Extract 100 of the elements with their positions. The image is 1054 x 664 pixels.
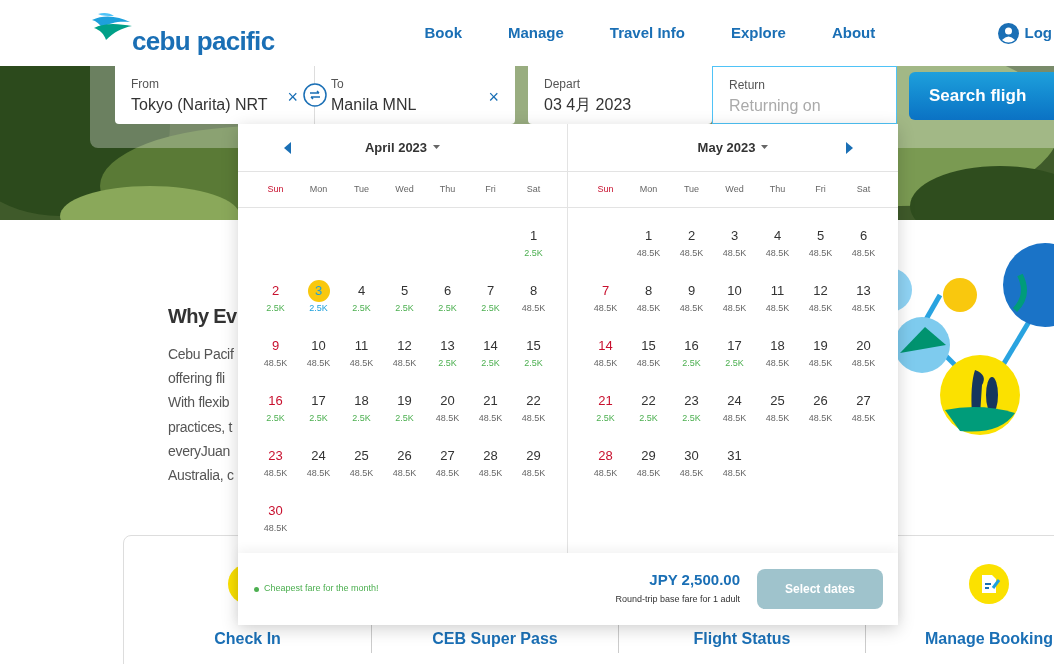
nav-link[interactable]: Manage <box>508 21 564 45</box>
day-number[interactable]: 18 <box>766 334 789 357</box>
weekday-label: Sat <box>855 182 872 196</box>
day-number[interactable]: 18 <box>350 389 373 412</box>
day-number[interactable]: 12 <box>393 334 416 357</box>
weekday-label: Sat <box>525 182 542 196</box>
day-number[interactable]: 22 <box>522 389 545 412</box>
day-number[interactable]: 29 <box>522 444 545 467</box>
day-fare: 48.5K <box>478 468 503 478</box>
day-number[interactable]: 13 <box>436 334 459 357</box>
day-number[interactable]: 11 <box>766 279 789 302</box>
day-number[interactable]: 25 <box>766 389 789 412</box>
day-number[interactable]: 22 <box>637 389 660 412</box>
day-number[interactable]: 7 <box>479 279 502 302</box>
day-number[interactable]: 20 <box>436 389 459 412</box>
day-number[interactable]: 10 <box>307 334 330 357</box>
search-flights-button[interactable]: Search fligh <box>909 72 1054 120</box>
day-fare: 48.5K <box>808 358 833 368</box>
day-number[interactable]: 8 <box>637 279 660 302</box>
day-number[interactable]: 17 <box>307 389 330 412</box>
day-number[interactable]: 20 <box>852 334 875 357</box>
day-number[interactable]: 24 <box>723 389 746 412</box>
day-number[interactable]: 2 <box>264 279 287 302</box>
day-number[interactable]: 11 <box>350 334 373 357</box>
day-fare: 48.5K <box>722 248 747 258</box>
service-link[interactable]: CEB Super Pass <box>432 627 558 653</box>
next-month-icon[interactable] <box>846 142 853 154</box>
day-number[interactable]: 15 <box>637 334 660 357</box>
service-link[interactable]: Manage Booking <box>925 627 1053 653</box>
day-fare: 48.5K <box>349 468 374 478</box>
day-number[interactable]: 10 <box>723 279 746 302</box>
day-number[interactable]: 27 <box>436 444 459 467</box>
day-number[interactable]: 28 <box>479 444 502 467</box>
day-number[interactable]: 25 <box>350 444 373 467</box>
clear-button[interactable]: × <box>287 84 298 124</box>
month-title[interactable]: May 2023 <box>697 137 769 158</box>
day-number[interactable]: 9 <box>680 279 703 302</box>
day-number[interactable]: 19 <box>809 334 832 357</box>
nav-link[interactable]: About <box>831 21 876 45</box>
return-field[interactable]: Return Returning on <box>712 66 897 124</box>
day-number[interactable]: 16 <box>264 389 287 412</box>
to-field[interactable]: To Manila MNL × <box>315 66 515 124</box>
day-number[interactable]: 21 <box>594 389 617 412</box>
service-link[interactable]: Check In <box>214 627 281 653</box>
day-number[interactable]: 9 <box>264 334 287 357</box>
day-number[interactable]: 21 <box>479 389 502 412</box>
day-number[interactable]: 7 <box>594 279 617 302</box>
field-label: Depart <box>544 78 582 90</box>
day-number[interactable]: 30 <box>680 444 703 467</box>
clear-button[interactable]: × <box>488 84 499 124</box>
day-number[interactable]: 27 <box>852 389 875 412</box>
service-link[interactable]: Flight Status <box>693 627 791 653</box>
day-number[interactable]: 1 <box>637 224 660 247</box>
day-number[interactable]: 17 <box>723 334 746 357</box>
nav-link[interactable]: Book <box>424 21 462 45</box>
day-fare: 48.5K <box>593 468 618 478</box>
day-number[interactable]: 28 <box>594 444 617 467</box>
login-link[interactable]: Log <box>997 21 1054 45</box>
day-number[interactable]: 19 <box>393 389 416 412</box>
day-number[interactable]: 4 <box>350 279 373 302</box>
day-number[interactable]: 6 <box>852 224 875 247</box>
day-fare: 2.5K <box>438 303 457 313</box>
day-number[interactable]: 24 <box>307 444 330 467</box>
day-number[interactable]: 2 <box>680 224 703 247</box>
day-number[interactable]: 29 <box>637 444 660 467</box>
day-number[interactable]: 3 <box>723 224 746 247</box>
day-number[interactable]: 26 <box>393 444 416 467</box>
weekday-label: Fri <box>484 182 497 196</box>
depart-field[interactable]: Depart 03 4月 2023 <box>528 66 712 124</box>
nav-link[interactable]: Travel Info <box>609 21 685 45</box>
return-date-input[interactable]: Returning on <box>729 96 889 116</box>
day-fare: 48.5K <box>435 468 460 478</box>
day-number[interactable]: 13 <box>852 279 875 302</box>
day-fare: 48.5K <box>765 303 790 313</box>
day-fare: 48.5K <box>593 358 618 368</box>
nav-link[interactable]: Explore <box>730 21 786 45</box>
paragraph-line: practices, t <box>168 417 234 437</box>
day-number[interactable]: 14 <box>594 334 617 357</box>
day-number[interactable]: 1 <box>522 224 545 247</box>
day-number[interactable]: 30 <box>264 499 287 522</box>
day-number[interactable]: 23 <box>680 389 703 412</box>
day-number[interactable]: 6 <box>436 279 459 302</box>
day-number[interactable]: 23 <box>264 444 287 467</box>
day-number[interactable]: 5 <box>809 224 832 247</box>
day-fare: 48.5K <box>263 358 288 368</box>
day-number[interactable]: 31 <box>723 444 746 467</box>
day-number[interactable]: 15 <box>522 334 545 357</box>
logo[interactable]: cebu pacific <box>90 12 275 54</box>
day-number[interactable]: 14 <box>479 334 502 357</box>
day-number[interactable]: 12 <box>809 279 832 302</box>
day-number[interactable]: 26 <box>809 389 832 412</box>
day-number[interactable]: 16 <box>680 334 703 357</box>
month-title[interactable]: April 2023 <box>364 137 441 158</box>
swap-icon[interactable] <box>303 83 327 107</box>
day-fare: 2.5K <box>524 248 543 258</box>
previous-month-icon[interactable] <box>284 142 291 154</box>
day-number[interactable]: 4 <box>766 224 789 247</box>
day-fare: 48.5K <box>679 303 704 313</box>
day-number[interactable]: 8 <box>522 279 545 302</box>
day-number[interactable]: 5 <box>393 279 416 302</box>
